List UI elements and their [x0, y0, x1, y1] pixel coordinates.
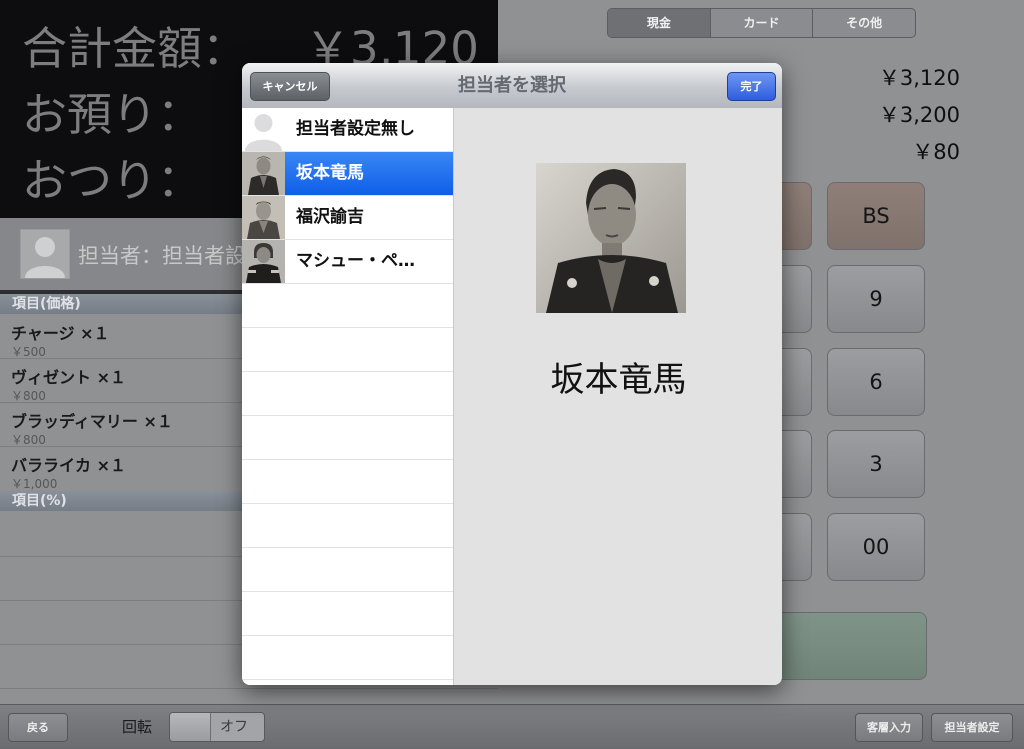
- staff-row-sakamoto[interactable]: 坂本竜馬: [242, 152, 453, 196]
- total-label: 合計金額：: [22, 22, 248, 75]
- item-name: チャージ ×１: [11, 324, 110, 343]
- item-name: バラライカ ×１: [11, 456, 126, 475]
- avatar: [242, 152, 285, 195]
- staff-name: 福沢諭吉: [296, 207, 364, 227]
- rotate-label: 回転: [122, 718, 153, 736]
- person-icon: [25, 237, 65, 278]
- staff-row-perry[interactable]: マシュー・ペ…: [242, 240, 453, 284]
- staff-select-modal: 担当者を選択 キャンセル 完了 担当者設定無し 坂本竜馬 福沢諭吉 マシュー・ペ…: [242, 63, 782, 685]
- backspace-key[interactable]: BS: [827, 182, 925, 250]
- staff-detail-pane: 坂本竜馬: [453, 108, 782, 685]
- key-3[interactable]: 3: [827, 430, 925, 498]
- person-icon: [242, 108, 285, 151]
- key-6[interactable]: 6: [827, 348, 925, 416]
- customer-input-button[interactable]: 客層入力: [855, 713, 923, 742]
- detail-staff-name: 坂本竜馬: [550, 360, 687, 400]
- staff-name: 坂本竜馬: [296, 163, 364, 183]
- key-00[interactable]: 00: [827, 513, 925, 581]
- tab-card[interactable]: カード: [711, 9, 814, 37]
- portrait-icon: [536, 163, 686, 313]
- done-button[interactable]: 完了: [727, 72, 776, 101]
- portrait-icon: [242, 196, 285, 239]
- portrait-icon: [242, 240, 285, 283]
- rotate-toggle[interactable]: オフ: [169, 712, 265, 742]
- rotate-state: オフ: [220, 719, 248, 735]
- staff-list[interactable]: 担当者設定無し 坂本竜馬 福沢諭吉 マシュー・ペ…: [242, 108, 453, 685]
- key-9[interactable]: 9: [827, 265, 925, 333]
- amount-change: ￥80: [912, 140, 960, 164]
- toggle-knob[interactable]: [170, 713, 211, 741]
- avatar: [242, 196, 285, 239]
- tab-cash[interactable]: 現金: [608, 9, 711, 37]
- staff-row-none[interactable]: 担当者設定無し: [242, 108, 453, 152]
- payment-method-tabs[interactable]: 現金 カード その他: [607, 8, 916, 38]
- received-label: お預り：: [22, 88, 203, 141]
- amount-total: ￥3,120: [878, 66, 960, 90]
- item-name: ブラッディマリー ×１: [11, 412, 173, 431]
- staff-name: 担当者設定無し: [296, 119, 415, 139]
- staff-photo: [536, 163, 686, 313]
- amount-received: ￥3,200: [878, 103, 960, 127]
- avatar: [242, 108, 285, 151]
- staff-avatar: [20, 229, 70, 279]
- item-price: ￥1,000: [11, 477, 58, 491]
- staff-settings-button[interactable]: 担当者設定: [931, 713, 1013, 742]
- portrait-icon: [242, 152, 285, 195]
- staff-label: 担当者：担当者設: [78, 244, 246, 268]
- staff-row-fukuzawa[interactable]: 福沢諭吉: [242, 196, 453, 240]
- back-button[interactable]: 戻る: [8, 713, 68, 742]
- avatar: [242, 240, 285, 283]
- cancel-button[interactable]: キャンセル: [250, 72, 330, 101]
- tab-other[interactable]: その他: [813, 9, 915, 37]
- staff-name: マシュー・ペ…: [296, 251, 415, 271]
- item-name: ヴィゼント ×１: [11, 368, 126, 387]
- change-label: おつり：: [22, 154, 203, 207]
- modal-navbar: 担当者を選択 キャンセル 完了: [242, 63, 782, 109]
